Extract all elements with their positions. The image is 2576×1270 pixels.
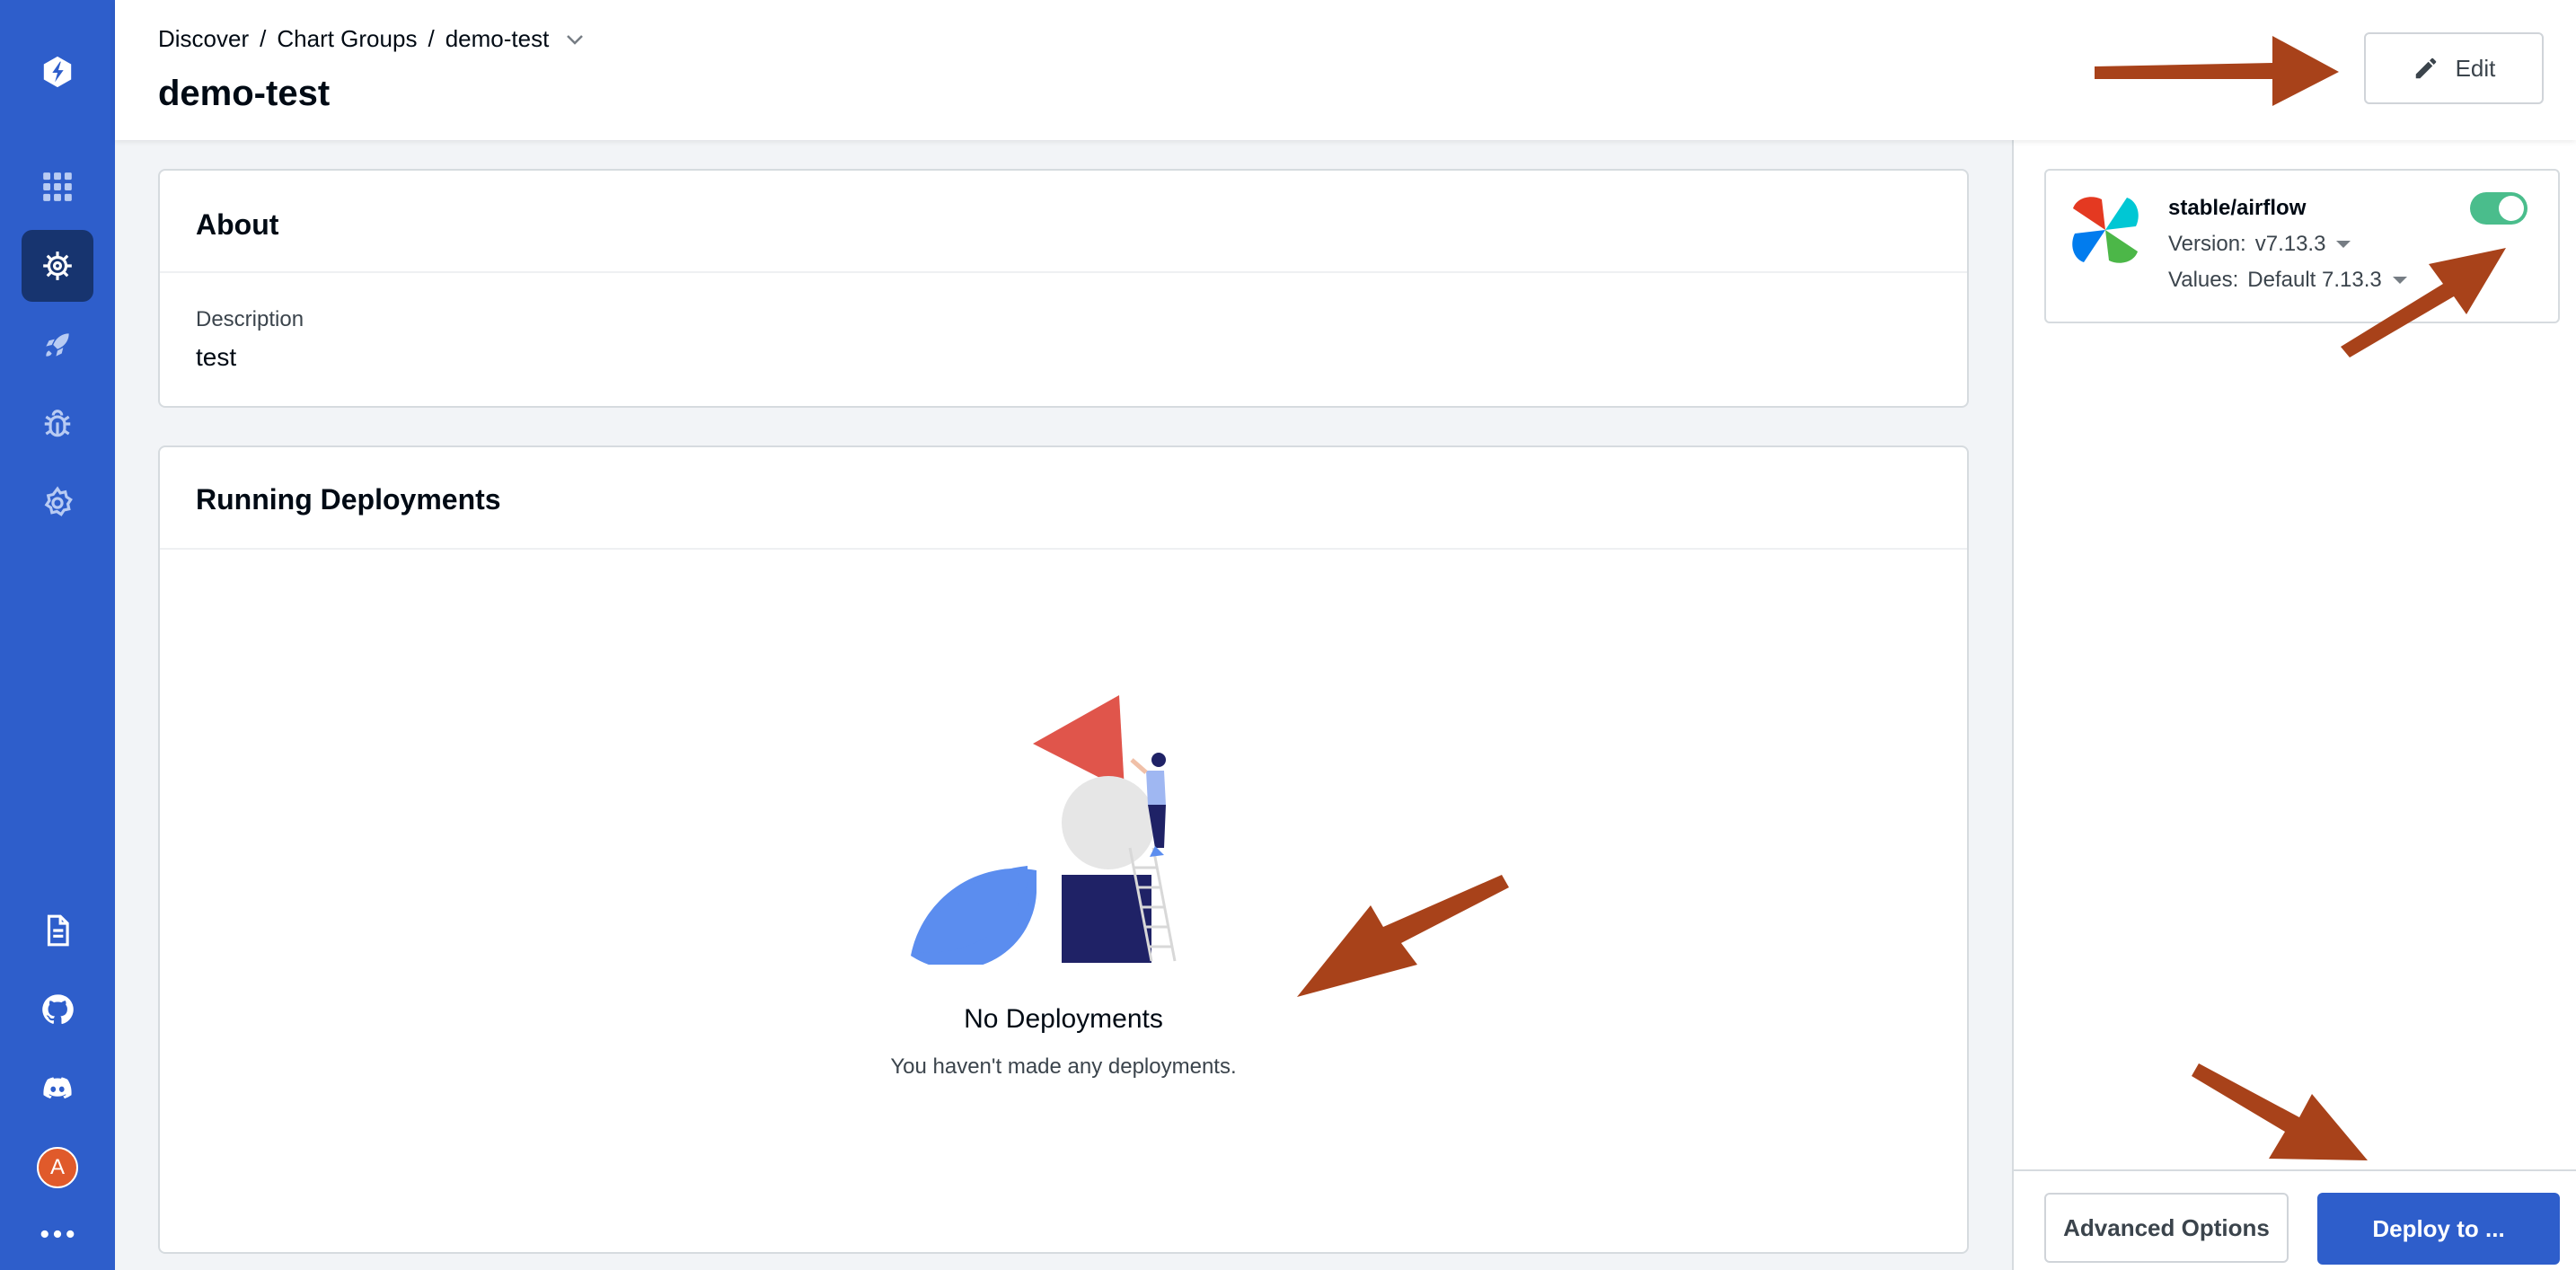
- breadcrumb-chart-groups[interactable]: Chart Groups: [277, 25, 417, 53]
- deploy-to-button[interactable]: Deploy to ...: [2317, 1193, 2560, 1265]
- about-card: About Description test: [158, 169, 1969, 408]
- description-value: test: [196, 343, 237, 371]
- running-deployments-title: Running Deployments: [196, 483, 501, 516]
- avatar-letter: A: [37, 1147, 78, 1188]
- devtron-logo-icon[interactable]: [22, 36, 93, 108]
- empty-state-subtitle: You haven't made any deployments.: [890, 1054, 1237, 1079]
- caret-down-icon: [2392, 277, 2407, 284]
- advanced-options-button[interactable]: Advanced Options: [2044, 1193, 2289, 1263]
- selected-charts-panel: stable/airflow Version: v7.13.3 Values: …: [2012, 140, 2576, 1270]
- values-label: Values:: [2168, 268, 2239, 292]
- breadcrumb-separator: /: [428, 25, 435, 52]
- gear-icon[interactable]: [22, 467, 93, 539]
- breadcrumb-discover[interactable]: Discover: [158, 25, 249, 53]
- running-deployments-card: Running Deployments No Deployments You h…: [158, 445, 1969, 1254]
- page-header: Discover / Chart Groups / demo-test demo…: [115, 0, 2576, 140]
- divider: [160, 548, 1967, 550]
- values-value: Default 7.13.3: [2247, 268, 2382, 292]
- empty-state-title: No Deployments: [964, 1004, 1163, 1034]
- rocket-icon[interactable]: [22, 309, 93, 381]
- avatar[interactable]: A: [22, 1132, 93, 1204]
- chart-enable-toggle[interactable]: [2470, 192, 2527, 225]
- breadcrumb-current: demo-test: [445, 25, 550, 52]
- sidebar: A: [0, 0, 115, 1270]
- chart-card[interactable]: stable/airflow Version: v7.13.3 Values: …: [2044, 169, 2560, 323]
- values-select[interactable]: Values: Default 7.13.3: [2168, 268, 2407, 293]
- edit-button-label: Edit: [2455, 54, 2496, 82]
- breadcrumb-separator: /: [260, 25, 267, 52]
- version-value: v7.13.3: [2254, 232, 2326, 256]
- github-icon[interactable]: [22, 974, 93, 1045]
- pencil-icon: [2415, 57, 2436, 79]
- bug-security-icon[interactable]: [22, 388, 93, 460]
- caret-down-icon: [2336, 241, 2351, 248]
- apps-grid-icon[interactable]: [22, 151, 93, 223]
- version-select[interactable]: Version: v7.13.3: [2168, 232, 2351, 257]
- toggle-knob: [2499, 196, 2524, 221]
- airflow-logo-icon: [2072, 197, 2139, 263]
- divider: [160, 271, 1967, 273]
- edit-button[interactable]: Edit: [2364, 32, 2544, 104]
- chevron-down-icon[interactable]: [565, 33, 585, 46]
- chart-name: stable/airflow: [2168, 196, 2307, 220]
- page-title: demo-test: [158, 74, 331, 113]
- footer-divider: [2014, 1169, 2576, 1171]
- empty-state-illustration: [911, 695, 1177, 965]
- breadcrumb: Discover / Chart Groups / demo-test: [158, 25, 585, 53]
- description-label: Description: [196, 307, 304, 331]
- document-icon[interactable]: [22, 895, 93, 966]
- discord-icon[interactable]: [22, 1053, 93, 1124]
- more-dots-icon[interactable]: [22, 1207, 93, 1261]
- about-title: About: [196, 208, 279, 241]
- helm-wheel-icon[interactable]: [22, 230, 93, 302]
- version-label: Version:: [2168, 232, 2246, 256]
